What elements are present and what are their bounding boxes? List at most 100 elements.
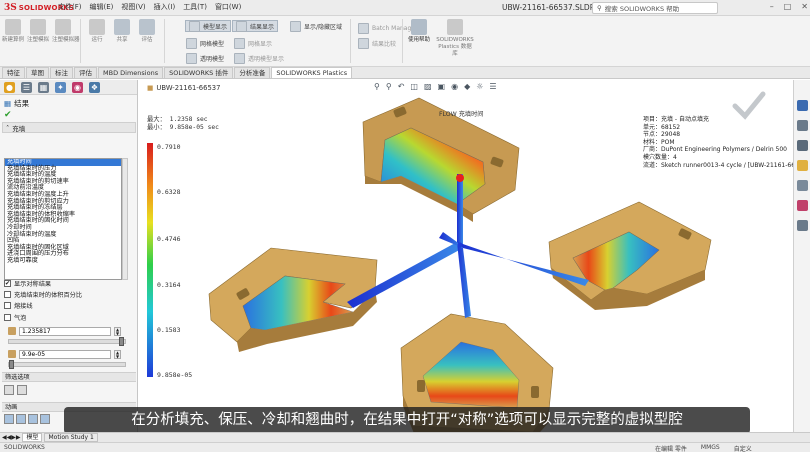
tab-evaluate[interactable]: 评估 [74,67,97,78]
result-list-item[interactable]: 充填可靠度 [5,257,121,265]
mesh-model-button[interactable]: 网格模型 [186,37,224,49]
view-palette-icon[interactable] [797,180,808,191]
tab-solidworks-addins[interactable]: SOLIDWORKS 插件 [164,67,234,78]
ds-logo-mark: 3S [4,3,17,13]
min-slider-knob[interactable] [9,360,14,369]
weld-line-checkbox-row[interactable]: 熔接线 [4,300,33,310]
play-end-icon[interactable] [40,414,50,424]
result-display-icon [236,20,247,32]
appearance-icon[interactable]: ◉ [72,81,83,93]
tab-model[interactable]: 模型 [22,433,43,442]
filter-options-header[interactable]: 筛选选项 [2,372,136,382]
view-orientation-icon[interactable]: ▨ [424,82,432,91]
fill-percent-checkbox[interactable] [4,290,11,298]
max-slider-knob[interactable] [118,337,124,346]
status-units[interactable]: MMGS [701,444,720,452]
tab-features[interactable]: 特征 [2,67,25,78]
plastics-database-button[interactable]: SOLIDWORKS Plastics 数据库 [436,19,474,58]
display-style-icon[interactable]: ▣ [438,82,446,91]
weld-line-checkbox[interactable] [4,301,11,309]
file-explorer-icon[interactable] [797,160,808,171]
section-view-icon[interactable]: ◫ [410,82,418,91]
menu-view[interactable]: 视图(V) [121,2,145,12]
min-value-slider[interactable] [8,360,126,369]
transparent-display-button[interactable]: 透明模型显示 [234,52,284,64]
close-icon[interactable]: ✕ [801,2,808,11]
plastics-manager-icon[interactable]: ● [4,81,15,93]
air-trap-checkbox[interactable] [4,313,11,321]
tab-markup[interactable]: 标注 [50,67,73,78]
mesh-display-button[interactable]: 网格显示 [234,37,272,49]
solidworks-resources-icon[interactable] [797,100,808,111]
configuration-manager-icon[interactable]: ✦ [55,81,66,93]
play-start-icon[interactable] [4,414,14,424]
display-manager-icon[interactable]: ❖ [89,81,100,93]
search-box[interactable]: ⚲ 搜索 SOLIDWORKS 帮助 [592,2,718,14]
fill-percent-checkbox-row[interactable]: 充填结束时的体积百分比 [4,289,82,299]
injection-simulator-button[interactable]: 注塑模拟器 [52,19,80,44]
status-custom[interactable]: 自定义 [734,444,752,452]
filter-tool-b-icon[interactable] [17,385,27,395]
model-display-icon [189,20,200,32]
pause-icon[interactable] [28,414,38,424]
show-symmetry-checkbox-row[interactable]: ✔ 显示对称结果 [4,278,51,288]
nav-arrows-icon[interactable]: ◀◀▶▶ [2,434,20,441]
bottom-tabs: ◀◀▶▶ 模型 Motion Study 1 [0,432,810,442]
menu-edit[interactable]: 编辑(E) [90,2,114,12]
property-manager-icon[interactable]: ▦ [38,81,49,93]
part-icon: ■ [147,84,154,92]
tab-motion-study[interactable]: Motion Study 1 [44,433,98,442]
max-value-spinner[interactable]: ▲ ▼ [114,326,121,336]
injection-sim-button[interactable]: 注塑模拟 [27,19,49,44]
command-manager-ribbon: 新建算例 注塑模拟 注塑模拟器 运行 共享 评估 模型显示 结果显示 显示/隐藏… [0,16,810,67]
share-button[interactable]: 共享 [111,19,133,44]
hide-show-icon[interactable]: ◉ [451,82,458,91]
custom-properties-icon[interactable] [797,220,808,231]
tab-mbd-dimensions[interactable]: MBD Dimensions [98,67,164,78]
evaluate-button[interactable]: 评估 [136,19,158,44]
ok-check-icon[interactable]: ✔ [4,110,12,120]
design-library-icon[interactable] [797,140,808,151]
feature-tree-icon[interactable]: ☰ [21,81,32,93]
view-settings-icon[interactable]: ☰ [489,82,496,91]
max-value-slider[interactable] [8,337,126,346]
scene-icon[interactable]: ☼ [476,82,483,91]
tab-analysis-prep[interactable]: 分析准备 [234,67,271,78]
filter-tool-a-icon[interactable] [4,385,14,395]
result-list-scrollbar[interactable] [122,158,128,280]
minimize-icon[interactable]: – [770,2,774,11]
restore-icon[interactable]: □ [784,2,792,11]
zoom-fit-icon[interactable]: ⚲ [374,82,380,91]
max-min-readout: 最大： 1.2358 sec 最小： 9.858e-05 sec [147,116,219,131]
menu-tools[interactable]: 工具(T) [183,2,207,12]
result-list-item[interactable]: 冷却结束时的温度 [5,231,121,239]
fill-section-header[interactable]: ˄ 充填 [2,122,136,133]
menu-window[interactable]: 窗口(W) [215,2,241,12]
home-icon[interactable] [797,120,808,131]
tab-solidworks-plastics[interactable]: SOLIDWORKS Plastics [271,67,353,78]
result-display-button[interactable]: 结果显示 [232,20,279,32]
edit-appearance-icon[interactable]: ◆ [464,82,470,91]
air-trap-checkbox-row[interactable]: 气泡 [4,312,26,322]
new-study-button[interactable]: 新建算例 [2,19,24,44]
max-value-input[interactable] [19,326,111,336]
play-icon[interactable] [16,414,26,424]
result-list[interactable]: 充填时间 充填结束时的压力 充填结束时的温度 充填结束时的剪切速率 流动前沿温度 充填结束… [4,158,122,280]
results-compare-button[interactable]: 结果比较 [358,37,396,49]
zoom-area-icon[interactable]: ⚲ [386,82,392,91]
min-value-spinner[interactable]: ▲ ▼ [114,349,121,359]
menu-insert[interactable]: 插入(I) [154,2,176,12]
part-name-flyout[interactable]: ■ UBW-21161-66537 [147,84,220,92]
show-symmetry-checkbox[interactable]: ✔ [4,279,11,287]
appearances-icon[interactable] [797,200,808,211]
help-button[interactable]: 使用帮助 [408,19,430,44]
min-value-input[interactable] [19,349,111,359]
run-button[interactable]: 运行 [86,19,108,44]
tab-sketch[interactable]: 草图 [26,67,49,78]
previous-view-icon[interactable]: ↶ [398,82,405,91]
graphics-viewport[interactable]: ⚲ ⚲ ↶ ◫ ▨ ▣ ◉ ◆ ☼ ☰ ■ UBW-21161-66537 最大… [139,80,793,439]
menu-file[interactable]: 文件(F) [58,2,82,12]
show-region-button[interactable]: 显示/隐藏区域 [290,20,342,32]
model-display-button[interactable]: 模型显示 [185,20,232,32]
transparent-model-button[interactable]: 透明模型 [186,52,224,64]
